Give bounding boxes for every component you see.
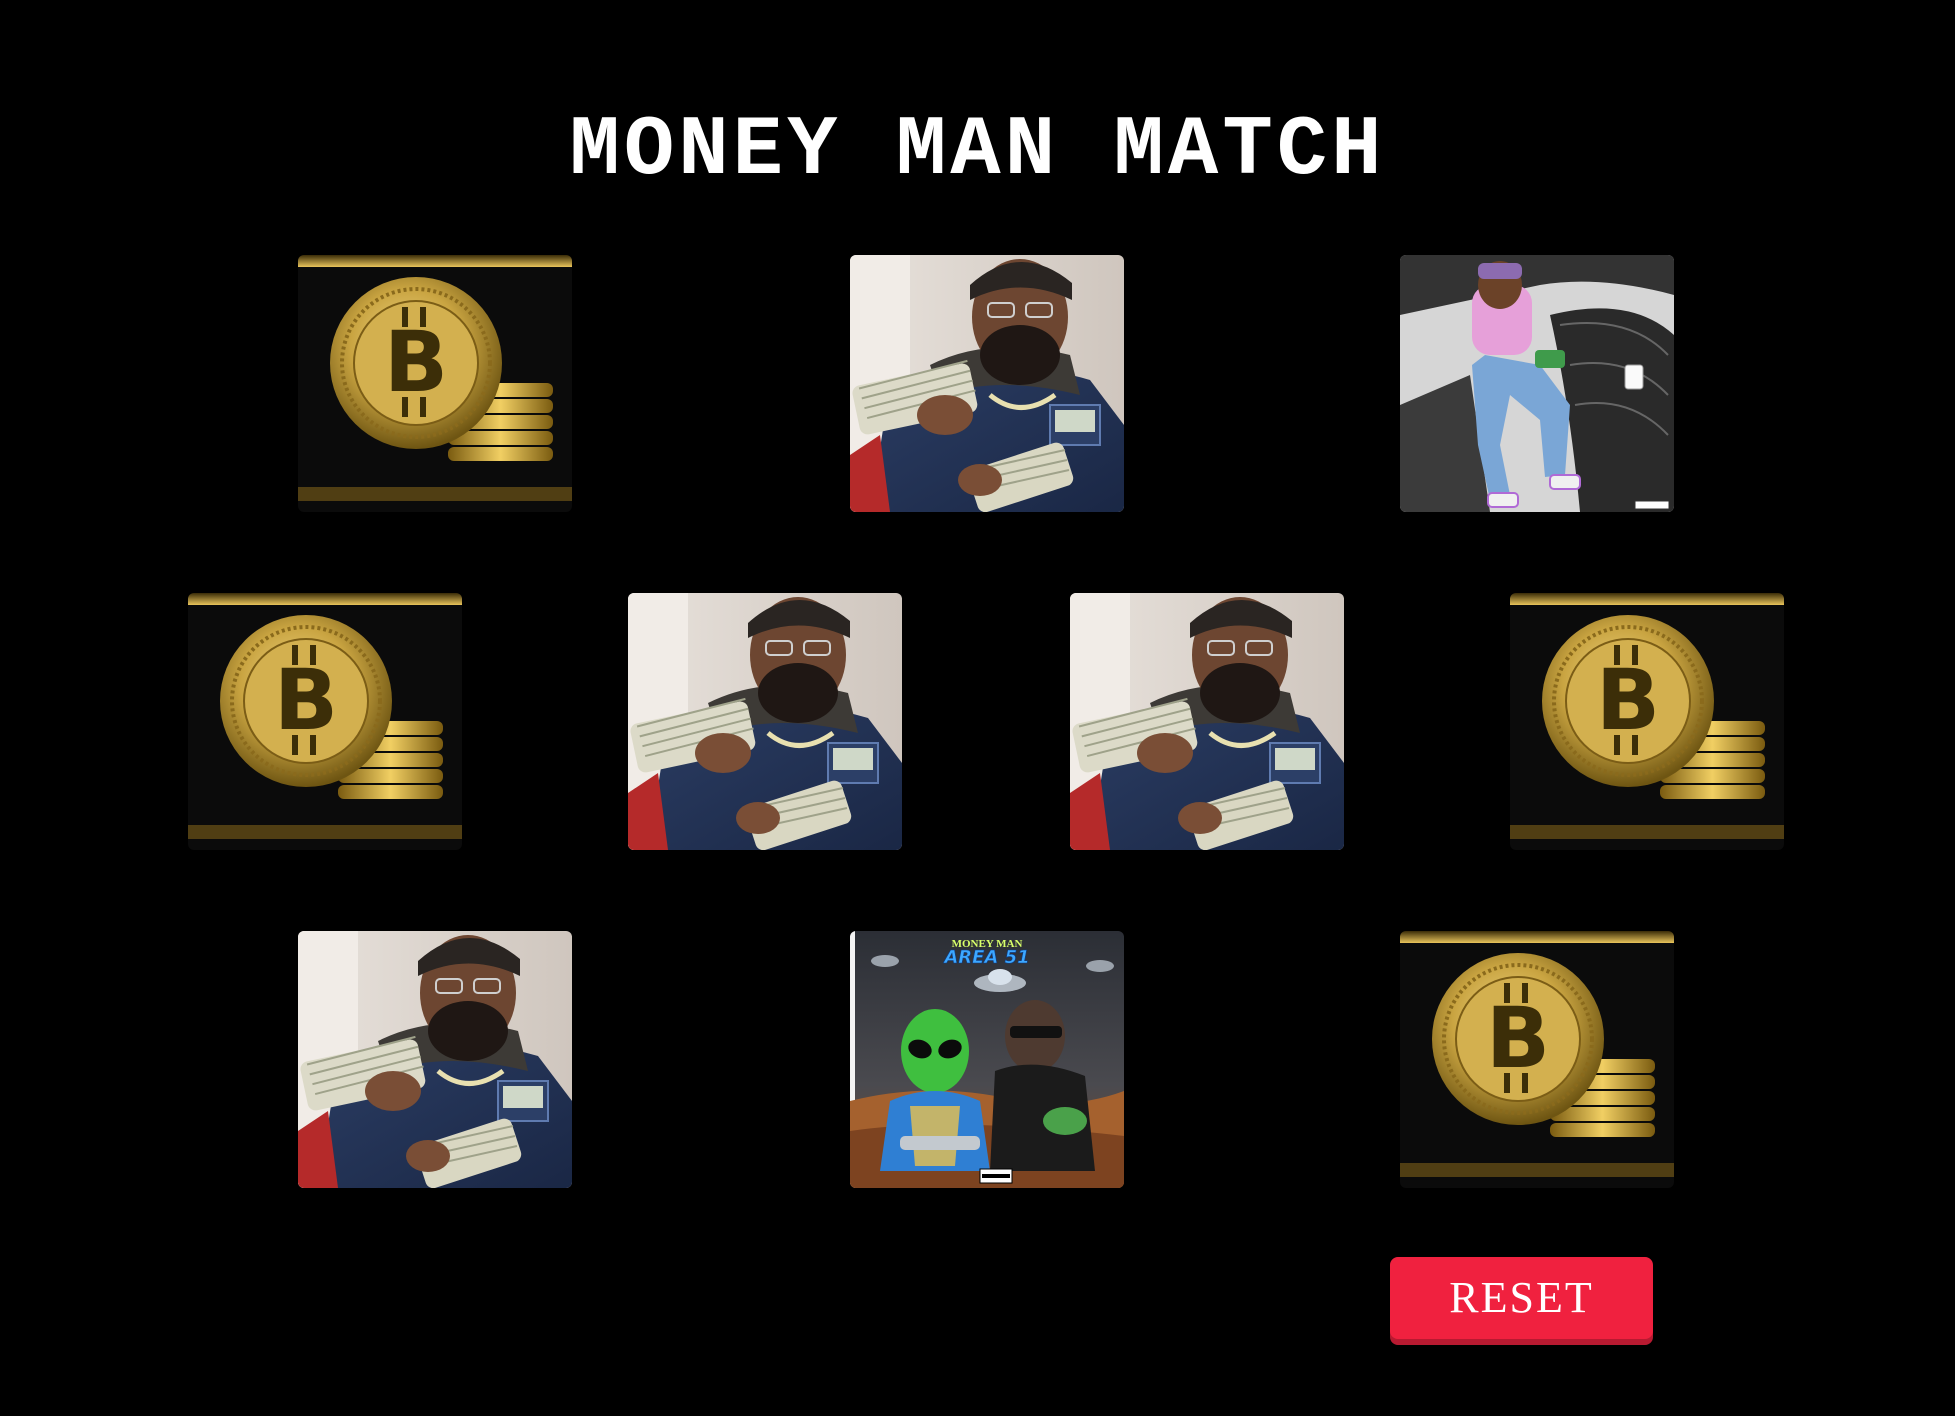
- bitcoin-image: [298, 255, 572, 512]
- memory-card-money-man[interactable]: [1070, 593, 1344, 850]
- memory-card-bitcoin[interactable]: [1510, 593, 1784, 850]
- memory-card-album-cover[interactable]: MONEY MAN AREA 51: [850, 931, 1124, 1188]
- area-51-album-cover-image: MONEY MAN AREA 51: [850, 931, 1124, 1188]
- memory-card-bitcoin[interactable]: [188, 593, 462, 850]
- memory-card-money-man[interactable]: [850, 255, 1124, 512]
- money-man-photo: [1070, 593, 1344, 850]
- bitcoin-image: [188, 593, 462, 850]
- memory-card-car-illustration[interactable]: [1400, 255, 1674, 512]
- memory-card-money-man[interactable]: [628, 593, 902, 850]
- money-man-photo: [850, 255, 1124, 512]
- money-man-photo: [628, 593, 902, 850]
- money-man-photo: [298, 931, 572, 1188]
- game-title: MONEY MAN MATCH: [569, 104, 1386, 200]
- album-title-text: AREA 51: [942, 947, 1029, 968]
- memory-card-bitcoin[interactable]: [1400, 931, 1674, 1188]
- bitcoin-image: [1510, 593, 1784, 850]
- bitcoin-image: [1400, 931, 1674, 1188]
- reset-button[interactable]: RESET: [1390, 1257, 1653, 1339]
- memory-card-money-man[interactable]: [298, 931, 572, 1188]
- memory-card-bitcoin[interactable]: [298, 255, 572, 512]
- car-illustration-image: [1400, 255, 1674, 512]
